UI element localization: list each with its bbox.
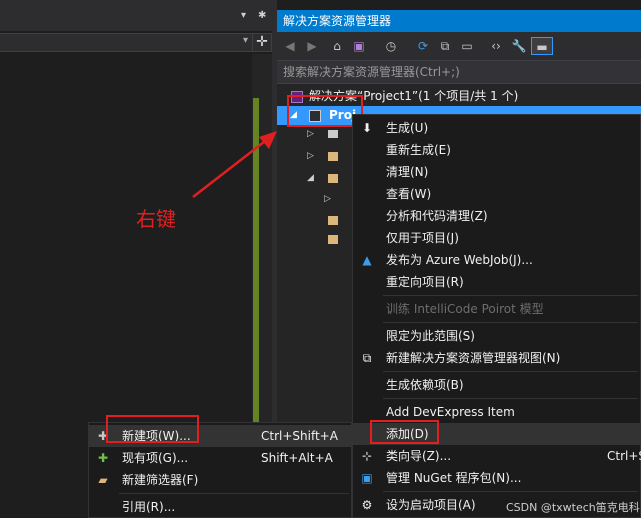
- folder-icon: [328, 174, 338, 183]
- submenu-item-new-item[interactable]: ✚ 新建项(W)... Ctrl+Shift+A: [89, 425, 351, 447]
- sync-icon[interactable]: ⟳: [415, 37, 431, 55]
- menu-item-new-view[interactable]: ⧉ 新建解决方案资源管理器视图(N): [353, 347, 640, 369]
- menu-label: 类向导(Z)...: [386, 449, 452, 463]
- menu-label: 管理 NuGet 程序包(N)...: [386, 471, 522, 485]
- gear-icon[interactable]: ✱: [258, 10, 266, 21]
- back-icon[interactable]: ◀: [283, 37, 297, 55]
- menu-separator: [383, 295, 638, 296]
- filter-folder-icon: ▰: [98, 473, 108, 487]
- forward-icon[interactable]: ▶: [305, 37, 319, 55]
- solution-icon: [291, 91, 303, 103]
- menu-label: 新建解决方案资源管理器视图(N): [386, 351, 561, 365]
- menu-label: 生成(U): [386, 121, 429, 135]
- new-view-icon: ⧉: [362, 351, 372, 365]
- solution-label: 解决方案“Project1”(1 个项目/共 1 个): [309, 89, 519, 103]
- menu-label: 现有项(G)...: [122, 451, 189, 465]
- menu-item-view[interactable]: 查看(W): [353, 183, 640, 205]
- annotation-arrow: [192, 131, 277, 198]
- menu-label: 设为启动项目(A): [386, 498, 476, 512]
- navigation-combo[interactable]: ▾: [0, 33, 252, 52]
- menu-item-analyze[interactable]: 分析和代码清理(Z): [353, 205, 640, 227]
- menu-label: Add DevExpress Item: [386, 405, 515, 419]
- split-editor-icon[interactable]: ✛: [252, 33, 272, 52]
- menu-separator: [383, 322, 638, 323]
- menu-shortcut: Ctrl+Shift+A: [261, 429, 338, 443]
- folder-icon: [328, 235, 338, 244]
- menu-item-devexpress[interactable]: Add DevExpress Item: [353, 401, 640, 423]
- menu-separator: [383, 398, 638, 399]
- submenu-item-new-filter[interactable]: ▰ 新建筛选器(F): [89, 469, 351, 491]
- menu-item-nuget[interactable]: ▣ 管理 NuGet 程序包(N)...: [353, 467, 640, 489]
- gear-icon: ⚙: [361, 498, 373, 512]
- menu-shortcut: Shift+Alt+A: [261, 451, 333, 465]
- menu-item-scope[interactable]: 限定为此范围(S): [353, 325, 640, 347]
- editor-tab-strip: ▾ ✱: [0, 0, 272, 31]
- add-submenu: ✚ 新建项(W)... Ctrl+Shift+A ✚ 现有项(G)... Shi…: [88, 422, 352, 518]
- wrench-icon[interactable]: 🔧: [511, 37, 527, 55]
- menu-item-publish-azure[interactable]: ▲ 发布为 Azure WebJob(J)...: [353, 249, 640, 271]
- existing-item-icon: ✚: [97, 451, 109, 465]
- collapse-all-icon[interactable]: ⧉: [437, 37, 453, 55]
- solution-explorer-search-input[interactable]: 搜索解决方案资源管理器(Ctrl+;): [277, 60, 641, 84]
- menu-separator: [383, 371, 638, 372]
- expand-icon[interactable]: ▷: [324, 194, 331, 204]
- azure-icon: ▲: [362, 253, 372, 267]
- show-all-files-icon[interactable]: ▭: [459, 37, 475, 55]
- folder-icon: [328, 216, 338, 225]
- submenu-item-reference[interactable]: 引用(R)...: [89, 496, 351, 518]
- solution-explorer-toolbar: ◀ ▶ ⌂ ▣ ◷ ⟳ ⧉ ▭ ‹› 🔧 ▬: [277, 32, 641, 60]
- menu-label: 新建筛选器(F): [122, 473, 199, 487]
- menu-label: 重定向项目(R): [386, 275, 464, 289]
- menu-label: 查看(W): [386, 187, 432, 201]
- pending-changes-filter-icon[interactable]: ◷: [381, 37, 401, 55]
- menu-item-add[interactable]: 添加(D): [353, 423, 640, 445]
- folder-icon: [328, 152, 338, 161]
- submenu-item-existing-item[interactable]: ✚ 现有项(G)... Shift+Alt+A: [89, 447, 351, 469]
- menu-item-intellicode: 训练 IntelliCode Poirot 模型: [353, 298, 640, 320]
- right-click-annotation: 右键: [136, 207, 176, 231]
- menu-shortcut: Ctrl+S: [607, 449, 641, 463]
- menu-item-clean[interactable]: 清理(N): [353, 161, 640, 183]
- menu-label: 新建项(W)...: [122, 429, 191, 443]
- context-menu: ⬇ 生成(U) 重新生成(E) 清理(N) 查看(W) 分析和代码清理(Z) 仅…: [352, 114, 641, 518]
- chevron-down-icon[interactable]: ▾: [243, 35, 248, 46]
- references-icon: [328, 130, 338, 138]
- expand-icon[interactable]: ◢: [307, 173, 314, 183]
- home-icon[interactable]: ⌂: [329, 37, 345, 55]
- menu-item-rebuild[interactable]: 重新生成(E): [353, 139, 640, 161]
- menu-item-retarget[interactable]: 重定向项目(R): [353, 271, 640, 293]
- menu-label: 生成依赖项(B): [386, 378, 464, 392]
- menu-label: 引用(R)...: [122, 500, 176, 514]
- view-code-icon[interactable]: ‹›: [487, 37, 505, 55]
- menu-separator: [119, 493, 349, 494]
- expand-icon[interactable]: ▷: [307, 151, 314, 161]
- expand-icon[interactable]: ◢: [290, 106, 297, 125]
- tab-dropdown-icon[interactable]: ▾: [241, 10, 246, 21]
- menu-label: 重新生成(E): [386, 143, 451, 157]
- build-icon: ⬇: [361, 121, 373, 135]
- switch-views-icon[interactable]: ▣: [351, 37, 367, 55]
- menu-label: 分析和代码清理(Z): [386, 209, 488, 223]
- menu-label: 限定为此范围(S): [386, 329, 475, 343]
- preview-selected-icon[interactable]: ▬: [531, 37, 553, 55]
- class-wizard-icon: ⊹: [361, 449, 373, 463]
- menu-item-project-only[interactable]: 仅用于项目(J): [353, 227, 640, 249]
- menu-label: 发布为 Azure WebJob(J)...: [386, 253, 533, 267]
- project-icon: [309, 110, 321, 122]
- nuget-icon: ▣: [361, 471, 373, 485]
- menu-item-build[interactable]: ⬇ 生成(U): [353, 117, 640, 139]
- menu-item-class-wizard[interactable]: ⊹ 类向导(Z)... Ctrl+S: [353, 445, 641, 467]
- solution-explorer-title: 解决方案资源管理器: [277, 10, 641, 32]
- menu-item-build-dependencies[interactable]: 生成依赖项(B): [353, 374, 640, 396]
- menu-separator: [383, 491, 638, 492]
- menu-label: 添加(D): [386, 427, 429, 441]
- menu-label: 训练 IntelliCode Poirot 模型: [386, 302, 544, 316]
- menu-label: 仅用于项目(J): [386, 231, 459, 245]
- expand-icon[interactable]: ▷: [307, 129, 314, 139]
- new-item-icon: ✚: [97, 429, 109, 443]
- menu-label: 清理(N): [386, 165, 429, 179]
- watermark: CSDN @txwtech笛克电科: [506, 501, 640, 514]
